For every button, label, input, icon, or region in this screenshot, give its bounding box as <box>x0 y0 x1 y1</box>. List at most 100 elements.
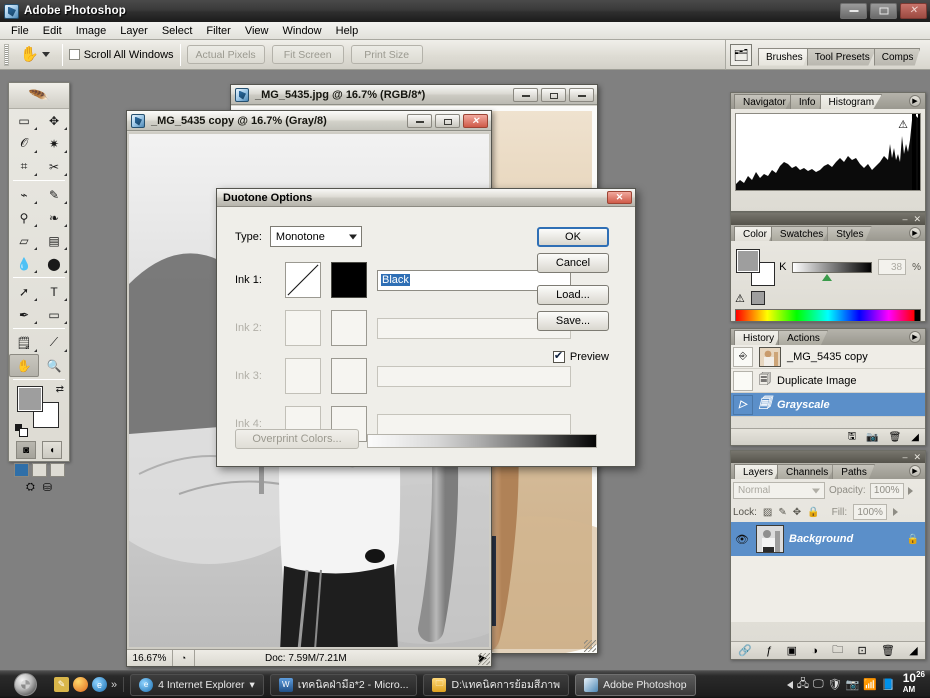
taskbar-button-explorer-folder[interactable]: 🗀 D:\เทคนิคการย้อมสีภาพ <box>423 673 570 696</box>
history-state-row-grayscale[interactable]: ▷ 🗐 Grayscale <box>731 393 925 417</box>
tool-magic-wand[interactable]: ✷ <box>39 132 69 155</box>
history-snapshot-row[interactable]: ⎆ _MG_5435 copy <box>731 345 925 369</box>
jump-to-imageready-icon[interactable]: ⛭ <box>26 481 35 494</box>
doc-maximize-button-rgb[interactable] <box>541 88 566 102</box>
warning-triangle-icon[interactable]: ⚠ <box>898 118 908 131</box>
menu-layer[interactable]: Layer <box>113 23 155 39</box>
print-size-button[interactable]: Print Size <box>350 45 423 64</box>
doc-minimize-button-gray[interactable] <box>407 114 432 128</box>
resize-grip-gray[interactable] <box>478 653 490 665</box>
opacity-value[interactable]: 100% <box>869 482 904 499</box>
tool-clone-stamp[interactable]: ⚲ <box>9 206 39 229</box>
full-screen-menu-mode-button[interactable] <box>31 463 47 477</box>
default-colors-icon[interactable] <box>15 424 28 437</box>
tool-move[interactable]: ✥ <box>39 109 69 132</box>
panel-menu-icon[interactable]: ▶ <box>909 465 921 477</box>
delete-layer-icon[interactable]: 🗑 <box>881 644 895 657</box>
panel-menu-icon[interactable]: ▶ <box>909 227 921 239</box>
dialog-close-button[interactable]: ✕ <box>607 191 632 204</box>
menu-filter[interactable]: Filter <box>199 23 237 39</box>
tool-path-selection[interactable]: ➚ <box>9 280 39 303</box>
chevron-left-icon[interactable] <box>786 680 793 689</box>
tool-eyedropper[interactable]: ⟋ <box>39 331 69 354</box>
lock-image-pixels-icon[interactable]: ✎ <box>778 507 786 518</box>
notes-icon[interactable]: ✎ <box>54 677 69 692</box>
k-channel-slider[interactable] <box>792 261 873 281</box>
menu-file[interactable]: File <box>4 23 36 39</box>
adjustment-layer-icon[interactable]: ◑ <box>811 645 818 657</box>
window-close-button[interactable]: ✕ <box>900 3 927 19</box>
cancel-button[interactable]: Cancel <box>537 253 609 273</box>
standard-mode-button[interactable]: ◙ <box>16 441 36 459</box>
panel-close-icon[interactable]: ✕ <box>913 452 921 463</box>
new-group-icon[interactable]: 🗀 <box>832 641 843 660</box>
tool-hand[interactable]: ✋ <box>9 354 39 377</box>
swap-colors-icon[interactable]: ⇄ <box>56 384 64 395</box>
book-icon[interactable]: 📘 <box>881 678 895 691</box>
panel-resize-grip[interactable]: ◢ <box>911 432 919 443</box>
zoom-level[interactable]: 16.67% <box>127 650 173 666</box>
menu-window[interactable]: Window <box>276 23 329 39</box>
menu-view[interactable]: View <box>238 23 276 39</box>
panel-minimize-icon[interactable]: – <box>902 214 907 224</box>
link-layers-icon[interactable]: 🔗 <box>738 644 752 657</box>
tool-blur[interactable]: 💧 <box>9 252 39 275</box>
tab-layers[interactable]: Layers <box>734 464 782 479</box>
internet-explorer-icon[interactable]: e <box>92 677 107 692</box>
eye-icon[interactable]: 👁 <box>733 533 751 546</box>
fit-screen-button[interactable]: Fit Screen <box>271 45 344 64</box>
foreground-color-swatch[interactable] <box>17 386 43 412</box>
equalizer-icon[interactable]: 📶 <box>863 678 877 691</box>
tab-navigator[interactable]: Navigator <box>734 94 794 109</box>
tool-rectangular-marquee[interactable]: ▭ <box>9 109 39 132</box>
chevron-more-icon[interactable]: » <box>111 679 117 691</box>
load-button[interactable]: Load... <box>537 285 609 305</box>
window-restore-button[interactable] <box>870 3 897 19</box>
k-channel-value[interactable]: 38 <box>878 259 907 275</box>
preview-checkbox[interactable]: Preview <box>552 349 609 363</box>
document-title-bar-gray[interactable]: _MG_5435 copy @ 16.7% (Gray/8) ✕ <box>127 111 491 131</box>
resize-grip-rgb[interactable] <box>584 640 596 652</box>
taskbar-button-word[interactable]: W เทคนิคฝ่ามือ*2 - Micro... <box>269 673 418 696</box>
menu-help[interactable]: Help <box>329 23 366 39</box>
layer-row-background[interactable]: 👁 Background 🔒 <box>731 522 925 556</box>
tab-styles[interactable]: Styles <box>827 226 872 241</box>
panel-menu-icon[interactable]: ▶ <box>909 95 921 107</box>
tool-brush[interactable]: ✎ <box>39 183 69 206</box>
history-current-state-marker[interactable]: ▷ <box>733 394 753 415</box>
doc-minimize-button-rgb[interactable] <box>513 88 538 102</box>
panel-close-icon[interactable]: ✕ <box>913 214 921 225</box>
fill-stepper-icon[interactable] <box>893 508 899 516</box>
tool-dodge[interactable]: ⬤ <box>39 252 69 275</box>
network-icon[interactable]: 🖧 <box>797 675 809 694</box>
history-brush-slot[interactable] <box>733 370 753 391</box>
new-snapshot-icon[interactable]: 📷 <box>866 432 878 443</box>
tab-comps[interactable]: Comps <box>873 47 921 66</box>
save-button[interactable]: Save... <box>537 311 609 331</box>
warning-triangle-icon[interactable]: ⚠ <box>735 292 745 305</box>
doc-maximize-button-gray[interactable] <box>435 114 460 128</box>
camera-icon[interactable]: 📷 <box>846 678 860 691</box>
window-minimize-button[interactable] <box>840 3 867 19</box>
options-bar-grip[interactable] <box>4 43 9 66</box>
layer-mask-icon[interactable]: ▣ <box>787 644 797 657</box>
layer-style-icon[interactable]: ƒ <box>766 645 772 657</box>
tool-gradient[interactable]: ▤ <box>39 229 69 252</box>
tab-paths[interactable]: Paths <box>832 464 875 479</box>
antivirus-icon[interactable]: 🛡 <box>828 678 842 691</box>
new-document-from-state-icon[interactable]: 🖫 <box>848 429 857 446</box>
doc-close-button-gray[interactable]: ✕ <box>463 114 488 128</box>
overprint-colors-button[interactable]: Overprint Colors... <box>235 429 359 449</box>
tab-color[interactable]: Color <box>734 226 775 241</box>
tool-healing-brush[interactable]: ⌁ <box>9 183 39 206</box>
actual-pixels-button[interactable]: Actual Pixels <box>186 45 265 64</box>
k-slider-thumb[interactable] <box>821 273 832 281</box>
dialog-title-bar[interactable]: Duotone Options ✕ <box>217 189 635 207</box>
ink1-color-swatch[interactable] <box>331 262 367 298</box>
lock-transparent-pixels-icon[interactable]: ▨ <box>763 507 772 518</box>
toolbox-header[interactable]: 🪶 <box>9 83 69 109</box>
tool-eraser[interactable]: ▱ <box>9 229 39 252</box>
blend-mode-select[interactable]: Normal <box>733 482 825 499</box>
new-layer-icon[interactable]: ⊡ <box>858 644 867 657</box>
tab-channels[interactable]: Channels <box>777 464 837 479</box>
